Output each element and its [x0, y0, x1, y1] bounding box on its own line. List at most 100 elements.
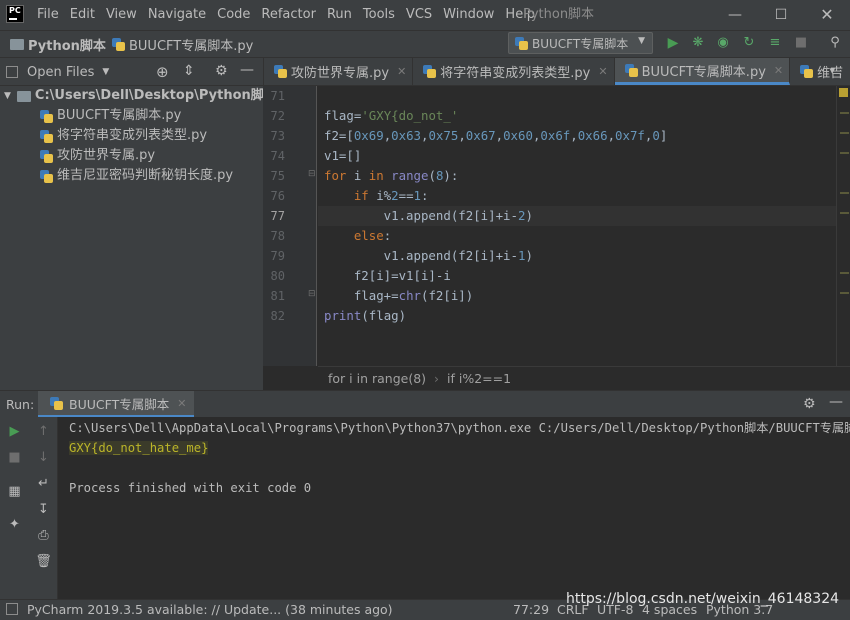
- tree-file-label: 攻防世界专属.py: [57, 148, 156, 163]
- tree-file[interactable]: BUUCFT专属脚本.py: [40, 106, 181, 126]
- menu-code[interactable]: Code: [214, 0, 253, 30]
- close-tab-icon[interactable]: ✕: [397, 65, 406, 78]
- python-file-icon: [40, 149, 53, 163]
- stripe-mark: [840, 272, 849, 274]
- python-file-icon: [515, 36, 528, 50]
- breadcrumb-if[interactable]: if i%2==1: [447, 371, 511, 386]
- minimize-icon[interactable]: —: [712, 0, 758, 30]
- maximize-icon[interactable]: ☐: [758, 0, 804, 30]
- line-number: 80: [270, 269, 285, 283]
- tree-root-folder[interactable]: ▼ C:\Users\Dell\Desktop\Python脚本: [4, 86, 277, 106]
- stripe-mark: [840, 112, 849, 114]
- soft-wrap-icon[interactable]: ↵: [29, 471, 58, 497]
- warning-indicator-icon[interactable]: [839, 88, 848, 97]
- project-view-label: Open Files: [27, 64, 95, 80]
- run-icon[interactable]: ▶: [664, 34, 682, 52]
- tree-file-label: BUUCFT专属脚本.py: [57, 108, 182, 123]
- menu-tools[interactable]: Tools: [360, 0, 398, 30]
- run-tab[interactable]: BUUCFT专属脚本 ✕: [38, 391, 195, 417]
- menu-window[interactable]: Window: [440, 0, 497, 30]
- tab-gongfang[interactable]: 攻防世界专属.py ✕: [264, 58, 414, 85]
- console-output: GXY{do_not_hate_me}: [59, 438, 850, 458]
- debug-icon[interactable]: ❋: [689, 34, 707, 52]
- project-name: Python脚本: [28, 38, 106, 54]
- open-files-selector[interactable]: Open Files ▼: [6, 63, 109, 81]
- down-arrow-icon[interactable]: ↓: [29, 445, 58, 471]
- code-line: else:: [353, 228, 392, 243]
- python-file-icon: [624, 63, 638, 77]
- gear-icon[interactable]: ⚙: [215, 63, 228, 79]
- editor-tabs: 攻防世界专属.py ✕ 将字符串变成列表类型.py ✕ BUUCFT专属脚本.p…: [263, 58, 850, 86]
- profile-icon[interactable]: ↻: [740, 34, 758, 52]
- hide-panel-icon[interactable]: —: [829, 394, 843, 410]
- files-icon: [6, 66, 18, 78]
- line-number: 78: [270, 229, 285, 243]
- stop-icon[interactable]: ■: [792, 34, 810, 52]
- fold-icon[interactable]: ⊟: [308, 289, 316, 299]
- coverage-icon[interactable]: ◉: [714, 34, 732, 52]
- tab-string-to-list[interactable]: 将字符串变成列表类型.py ✕: [413, 58, 615, 85]
- print-icon[interactable]: ⎙: [29, 523, 58, 549]
- folder-icon: [10, 38, 24, 50]
- hide-panel-icon[interactable]: —: [240, 62, 254, 78]
- close-tab-icon[interactable]: ✕: [598, 65, 607, 78]
- folder-icon: [16, 90, 31, 102]
- stop-icon[interactable]: ■: [0, 445, 29, 471]
- project-panel-header: Open Files ▼ ⊕ ⇕ ⚙ —: [0, 58, 263, 86]
- close-tab-icon[interactable]: ✕: [177, 397, 186, 410]
- search-icon[interactable]: ⚲: [826, 34, 844, 52]
- menu-view[interactable]: View: [103, 0, 140, 30]
- run-console[interactable]: C:\Users\Dell\AppData\Local\Programs\Pyt…: [59, 417, 850, 599]
- tool-window-toggle-icon[interactable]: [6, 603, 18, 615]
- locate-icon[interactable]: ⊕: [156, 63, 169, 81]
- breadcrumb-project[interactable]: Python脚本 ›: [10, 31, 123, 57]
- menu-navigate[interactable]: Navigate: [145, 0, 209, 30]
- code-line: flag+=chr(f2[i]): [324, 288, 474, 303]
- collapse-all-icon[interactable]: ⇕: [183, 63, 195, 79]
- python-file-icon: [800, 65, 814, 78]
- concurrency-icon[interactable]: ≡: [766, 34, 784, 52]
- gear-icon[interactable]: ⚙: [803, 396, 816, 412]
- code-editor[interactable]: flag='GXY{do_not_' f2=[0x69,0x63,0x75,0x…: [318, 86, 836, 366]
- tree-file[interactable]: 维吉尼亚密码判断秘钥长度.py: [40, 166, 233, 186]
- python-file-icon: [40, 109, 53, 123]
- breadcrumb-file[interactable]: BUUCFT专属脚本.py: [112, 31, 253, 57]
- run-panel-header: Run: BUUCFT专属脚本 ✕ ⚙ —: [0, 390, 850, 417]
- update-notification[interactable]: PyCharm 2019.3.5 available: // Update...…: [27, 602, 393, 617]
- console-output-text: GXY{do_not_hate_me}: [69, 441, 209, 455]
- code-line: print(flag): [324, 308, 407, 323]
- up-arrow-icon[interactable]: ↑: [29, 419, 58, 445]
- line-number-current: 77: [270, 209, 285, 223]
- console-blank: [59, 458, 850, 478]
- tree-file[interactable]: 将字符串变成列表类型.py: [40, 126, 207, 146]
- menu-run[interactable]: Run: [324, 0, 355, 30]
- code-line: f2[i]=v1[i]-i: [324, 268, 451, 283]
- dropdown-arrow-icon: ▼: [102, 67, 110, 77]
- caret-position[interactable]: 77:29: [513, 602, 549, 617]
- run-tab-label: BUUCFT专属脚本: [69, 396, 170, 412]
- trash-icon[interactable]: 🗑: [29, 549, 58, 575]
- menu-refactor[interactable]: Refactor: [258, 0, 319, 30]
- tree-file[interactable]: 攻防世界专属.py: [40, 146, 155, 166]
- error-stripe[interactable]: [836, 86, 850, 366]
- code-line-current: v1.append(f2[i]+i-2): [318, 206, 836, 226]
- menu-vcs[interactable]: VCS: [403, 0, 435, 30]
- menu-edit[interactable]: Edit: [67, 0, 98, 30]
- stripe-mark: [840, 152, 849, 154]
- tab-list-icon[interactable]: ▾⋮: [829, 64, 846, 77]
- pycharm-logo-icon: PC: [6, 5, 24, 23]
- close-window-icon[interactable]: ✕: [804, 0, 850, 30]
- python-file-icon: [423, 65, 437, 78]
- run-configuration-select[interactable]: BUUCFT专属脚本 ▼: [508, 32, 653, 54]
- rerun-icon[interactable]: ▶: [0, 419, 29, 445]
- status-bar: PyCharm 2019.3.5 available: // Update...…: [0, 591, 850, 620]
- scroll-to-end-icon[interactable]: ↧: [29, 497, 58, 523]
- tab-label: 攻防世界专属.py: [291, 66, 390, 81]
- layout-icon[interactable]: ▦: [0, 479, 29, 505]
- pin-icon[interactable]: ✦: [0, 512, 29, 538]
- menu-file[interactable]: File: [34, 0, 62, 30]
- tab-buucft[interactable]: BUUCFT专属脚本.py ✕: [614, 58, 791, 85]
- close-tab-icon[interactable]: ✕: [774, 64, 783, 77]
- fold-icon[interactable]: ⊟: [308, 169, 316, 179]
- breadcrumb-for[interactable]: for i in range(8): [328, 371, 426, 386]
